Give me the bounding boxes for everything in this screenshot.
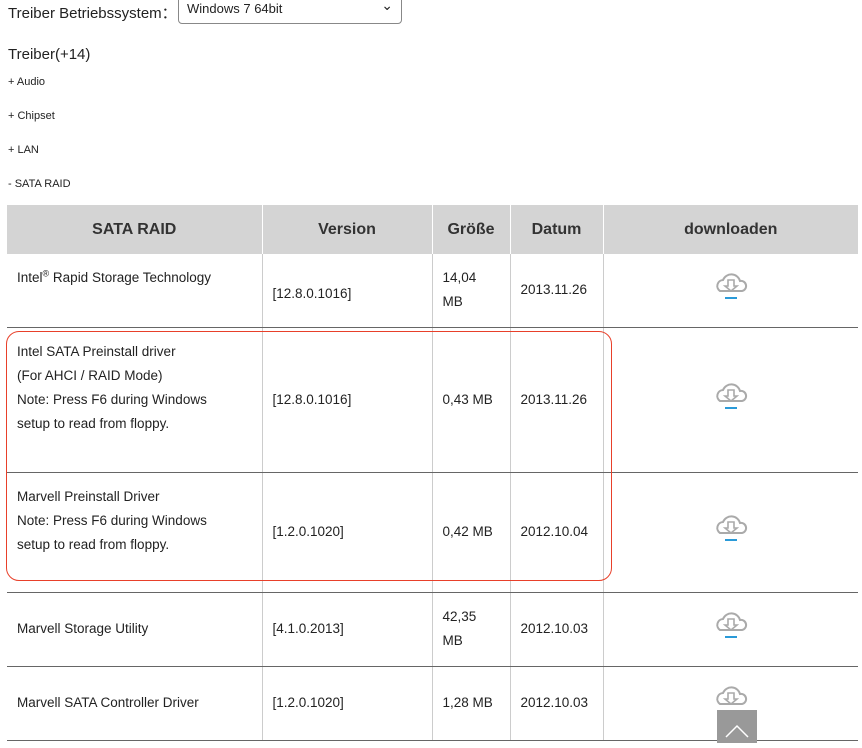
driver-name-rest: Rapid Storage Technology bbox=[49, 270, 212, 285]
table-row: Intel® Rapid Storage Technology [12.8.0.… bbox=[7, 254, 858, 328]
download-button[interactable] bbox=[602, 472, 858, 593]
date-cell: 2013.11.26 bbox=[509, 254, 603, 328]
driver-name-cell: Intel® Rapid Storage Technology bbox=[7, 254, 262, 328]
version-cell: [1.2.0.1020] bbox=[261, 472, 432, 593]
date-cell: 2013.11.26 bbox=[509, 327, 603, 473]
chevron-down-icon: ⌄ bbox=[381, 0, 393, 13]
drivers-table: SATA RAID Version Größe Datum downloaden… bbox=[7, 205, 858, 741]
table-row: Marvell Preinstall Driver Note: Press F6 … bbox=[7, 472, 858, 593]
driver-name-line: setup to read from floppy. bbox=[17, 536, 170, 552]
download-button[interactable] bbox=[602, 254, 858, 328]
col-header-name: SATA RAID bbox=[7, 205, 262, 254]
chevron-up-icon bbox=[725, 724, 749, 738]
drivers-title: Treiber(+14) bbox=[8, 46, 91, 63]
col-header-download: downloaden bbox=[602, 205, 858, 254]
driver-name-cell: Marvell Preinstall Driver Note: Press F6 … bbox=[7, 472, 262, 593]
driver-name-line: Marvell Preinstall Driver bbox=[17, 488, 160, 504]
date-cell: 2012.10.03 bbox=[509, 592, 603, 667]
col-header-size: Größe bbox=[431, 205, 510, 254]
driver-name-line: (For AHCI / RAID Mode) bbox=[17, 367, 163, 383]
scroll-top-button[interactable] bbox=[717, 710, 757, 743]
os-select-value: Windows 7 64bit bbox=[187, 1, 283, 16]
driver-name-line: Note: Press F6 during Windows bbox=[17, 512, 207, 528]
cloud-download-icon bbox=[716, 612, 747, 638]
date-cell: 2012.10.04 bbox=[509, 472, 603, 593]
driver-name: Marvell Storage Utility bbox=[17, 621, 149, 636]
driver-name: Intel bbox=[17, 270, 43, 285]
driver-name-cell: Marvell SATA Controller Driver bbox=[7, 666, 262, 741]
cloud-download-icon bbox=[716, 273, 747, 300]
cloud-download-icon bbox=[716, 515, 747, 541]
driver-name-line: Intel SATA Preinstall driver bbox=[17, 343, 176, 359]
version-cell: [4.1.0.2013] bbox=[261, 592, 432, 667]
table-row: Marvell Storage Utility [4.1.0.2013] 42,… bbox=[7, 592, 858, 667]
driver-name-line: Note: Press F6 during Windows bbox=[17, 391, 207, 407]
size-cell: 42,35 MB bbox=[431, 592, 510, 667]
driver-name: Marvell SATA Controller Driver bbox=[17, 695, 199, 710]
driver-name-cell: Intel SATA Preinstall driver (For AHCI / … bbox=[7, 327, 262, 473]
os-label: Treiber Betriebssystem： bbox=[8, 5, 177, 22]
size-cell: 1,28 MB bbox=[431, 666, 510, 741]
download-button[interactable] bbox=[602, 592, 858, 667]
version-cell: [12.8.0.1016] bbox=[261, 327, 432, 473]
cloud-download-icon bbox=[716, 382, 747, 409]
date-cell: 2012.10.03 bbox=[509, 666, 603, 741]
col-header-version: Version bbox=[261, 205, 432, 254]
category-audio[interactable]: + Audio bbox=[8, 76, 45, 88]
category-chipset[interactable]: + Chipset bbox=[8, 110, 55, 122]
category-sata-raid[interactable]: - SATA RAID bbox=[8, 178, 71, 190]
size-cell: 0,43 MB bbox=[431, 327, 510, 473]
table-row: Intel SATA Preinstall driver (For AHCI / … bbox=[7, 327, 858, 473]
download-button[interactable] bbox=[602, 327, 858, 473]
col-header-date: Datum bbox=[509, 205, 603, 254]
size-cell: 14,04 MB bbox=[431, 254, 510, 328]
size-cell: 0,42 MB bbox=[431, 472, 510, 593]
driver-name-line: setup to read from floppy. bbox=[17, 415, 170, 431]
category-lan[interactable]: + LAN bbox=[8, 144, 39, 156]
driver-name-cell: Marvell Storage Utility bbox=[7, 592, 262, 667]
version-cell: [12.8.0.1016] bbox=[261, 254, 432, 328]
version-cell: [1.2.0.1020] bbox=[261, 666, 432, 741]
os-select[interactable]: Windows 7 64bit ⌄ bbox=[178, 0, 402, 24]
